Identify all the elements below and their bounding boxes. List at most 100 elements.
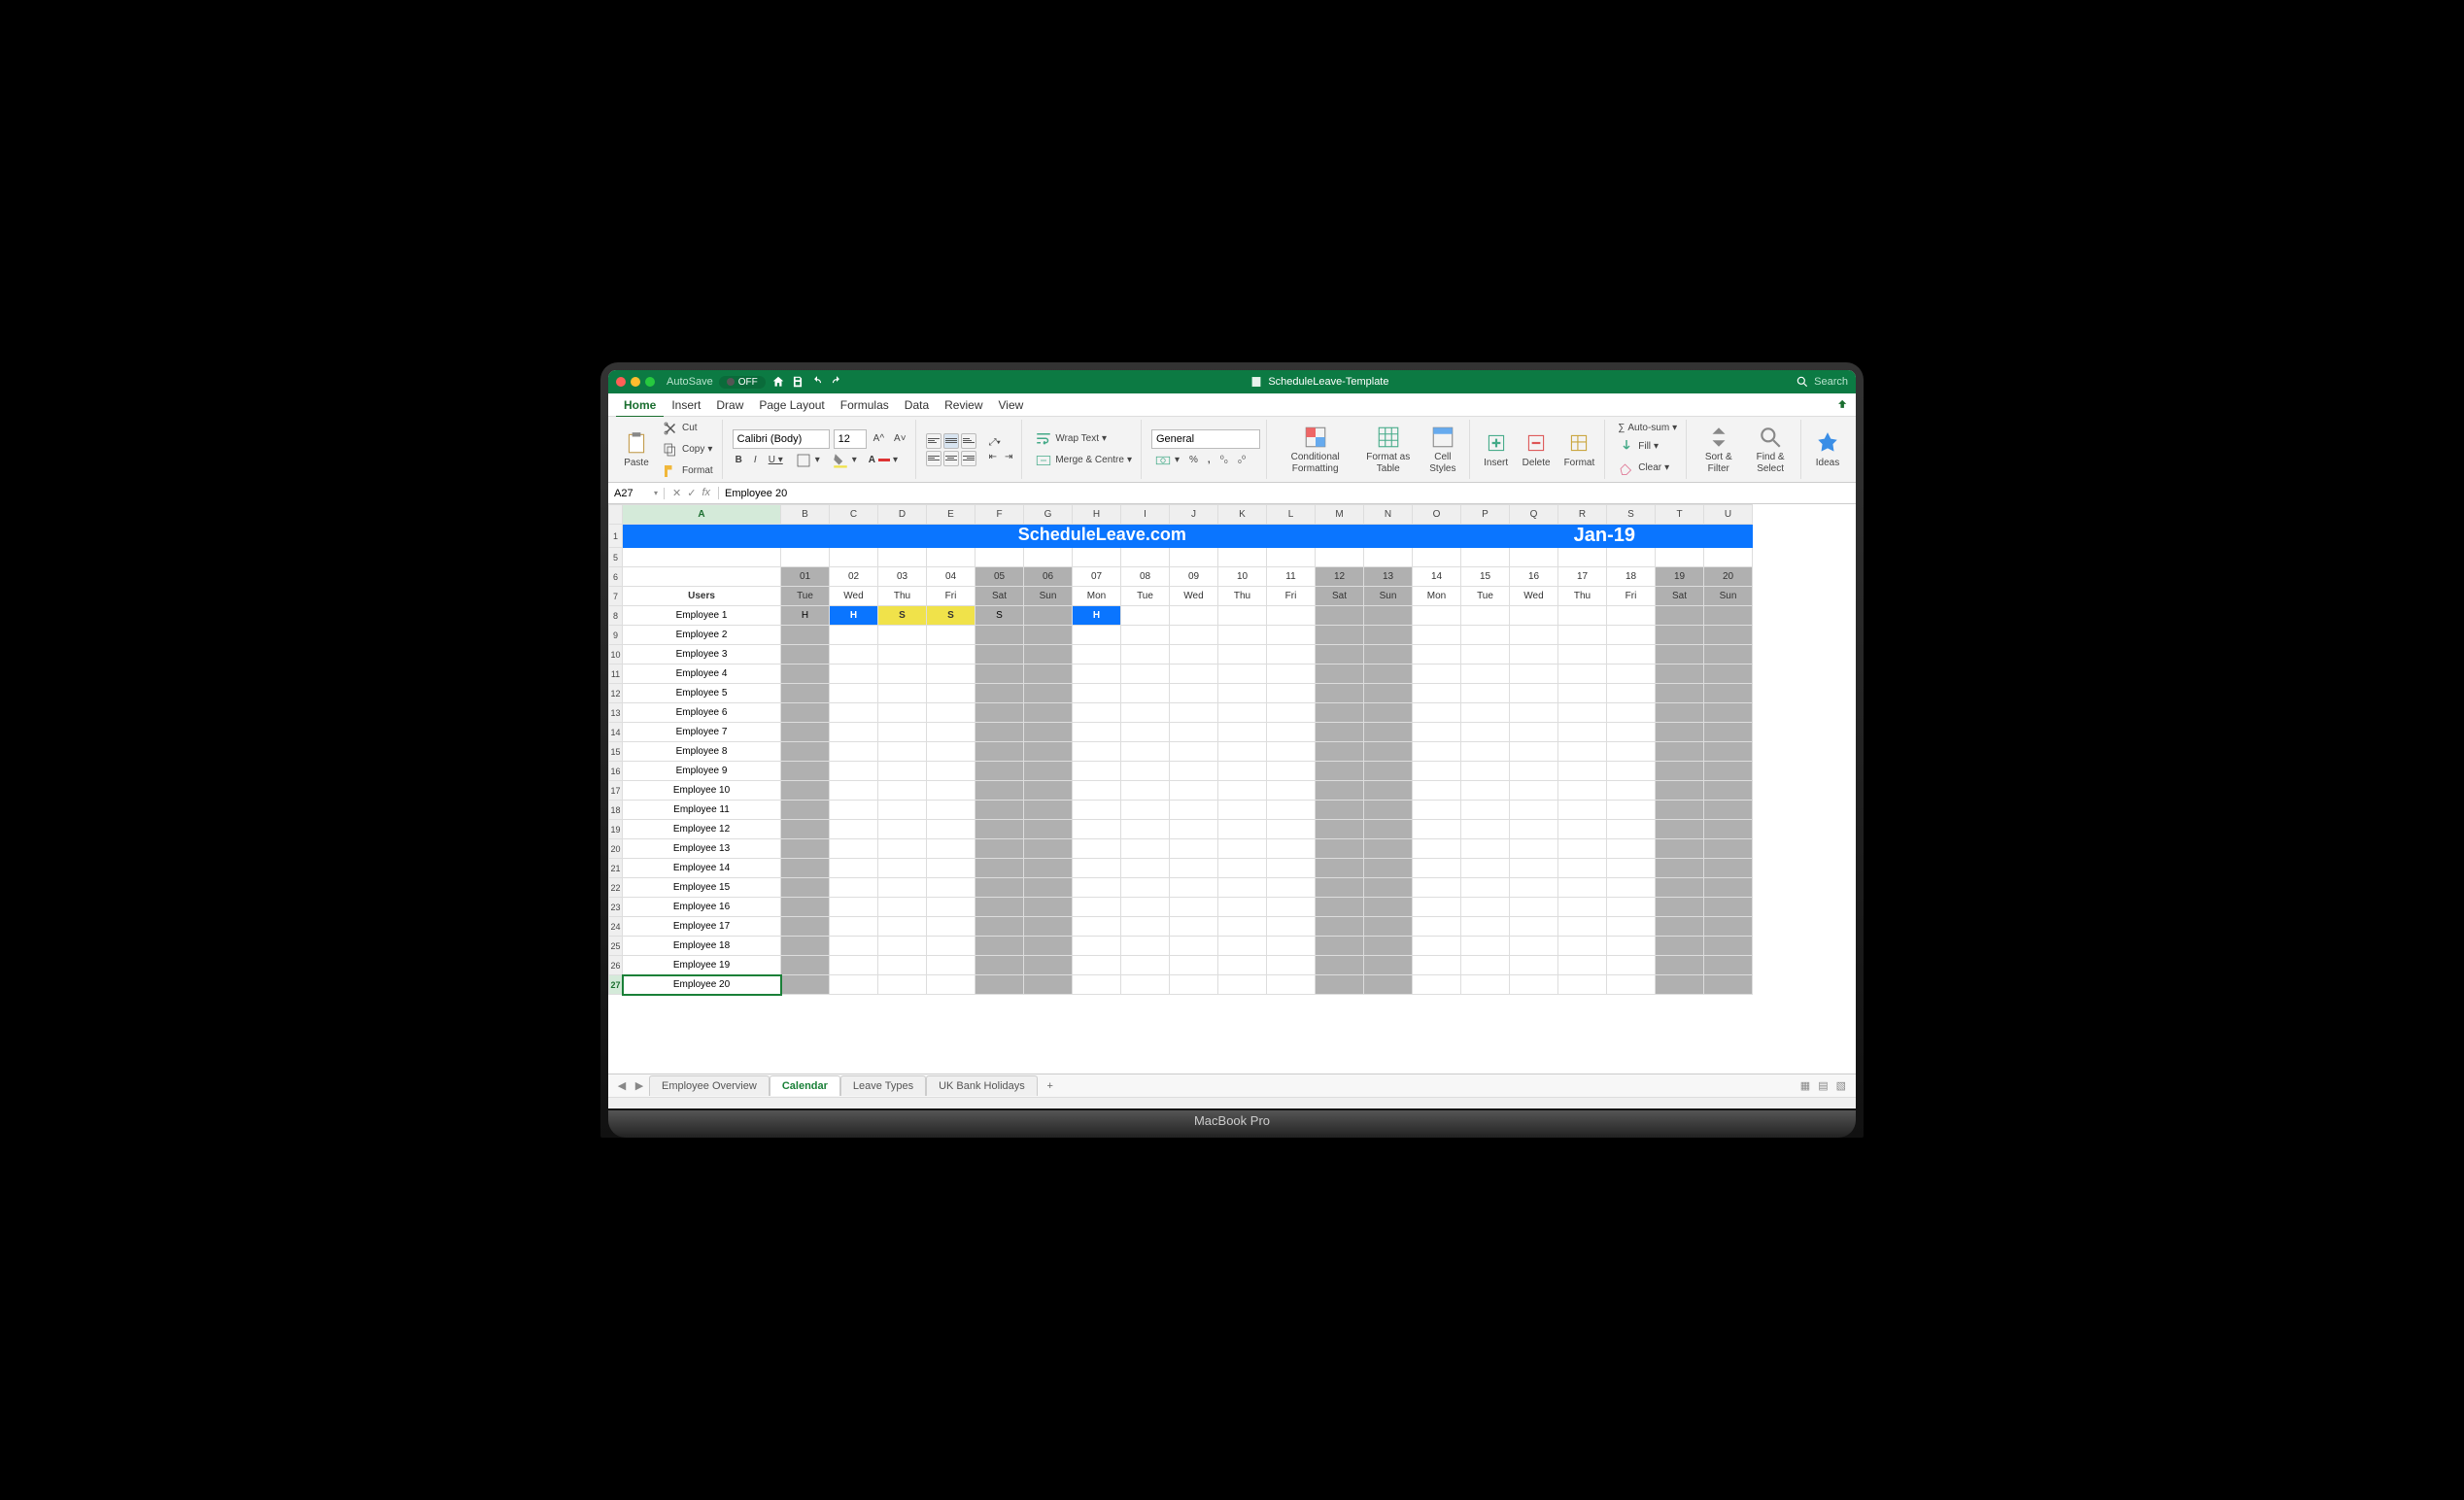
autosum-button[interactable]: ∑ Auto-sum ▾ (1615, 422, 1680, 434)
employee-name-cell[interactable]: Employee 18 (623, 937, 781, 956)
leave-cell[interactable] (1607, 975, 1656, 995)
underline-button[interactable]: U ▾ (766, 454, 786, 466)
date-cell[interactable]: 12 (1316, 567, 1364, 587)
align-bottom-icon[interactable] (961, 433, 976, 449)
day-cell[interactable]: Sat (1656, 587, 1704, 606)
leave-cell[interactable] (1218, 839, 1267, 859)
column-header[interactable]: B (781, 505, 830, 525)
row-header[interactable]: 23 (609, 898, 623, 917)
menu-tab-page-layout[interactable]: Page Layout (751, 394, 832, 416)
leave-cell[interactable] (1267, 975, 1316, 995)
leave-cell[interactable] (1364, 839, 1413, 859)
employee-name-cell[interactable]: Employee 3 (623, 645, 781, 665)
leave-cell[interactable] (1607, 645, 1656, 665)
column-header[interactable]: A (623, 505, 781, 525)
leave-cell[interactable] (1024, 801, 1073, 820)
leave-cell[interactable] (1364, 956, 1413, 975)
leave-cell[interactable]: S (927, 606, 975, 626)
leave-cell[interactable] (975, 781, 1024, 801)
leave-cell[interactable] (1121, 956, 1170, 975)
leave-cell[interactable] (781, 898, 830, 917)
leave-cell[interactable] (1510, 859, 1558, 878)
leave-cell[interactable] (878, 781, 927, 801)
leave-cell[interactable] (830, 937, 878, 956)
leave-cell[interactable] (1607, 626, 1656, 645)
leave-cell[interactable] (878, 645, 927, 665)
leave-cell[interactable] (1170, 975, 1218, 995)
row-header[interactable]: 17 (609, 781, 623, 801)
leave-cell[interactable] (1364, 606, 1413, 626)
leave-cell[interactable] (927, 801, 975, 820)
leave-cell[interactable] (1413, 820, 1461, 839)
menu-tab-review[interactable]: Review (937, 394, 990, 416)
align-center-icon[interactable] (943, 451, 959, 466)
leave-cell[interactable] (878, 665, 927, 684)
leave-cell[interactable] (975, 859, 1024, 878)
decrease-indent-icon[interactable]: ⇤ (986, 451, 1000, 463)
column-header[interactable]: I (1121, 505, 1170, 525)
leave-cell[interactable] (1704, 975, 1753, 995)
leave-cell[interactable] (878, 917, 927, 937)
percent-icon[interactable]: % (1186, 451, 1201, 470)
leave-cell[interactable] (878, 801, 927, 820)
leave-cell[interactable] (1413, 801, 1461, 820)
leave-cell[interactable] (1413, 839, 1461, 859)
leave-cell[interactable] (1364, 742, 1413, 762)
leave-cell[interactable] (1267, 917, 1316, 937)
day-cell[interactable]: Sun (1704, 587, 1753, 606)
date-cell[interactable]: 10 (1218, 567, 1267, 587)
row-header[interactable]: 15 (609, 742, 623, 762)
leave-cell[interactable] (1656, 956, 1704, 975)
leave-cell[interactable] (1121, 898, 1170, 917)
undo-icon[interactable] (810, 375, 824, 389)
menu-tab-data[interactable]: Data (897, 394, 937, 416)
leave-cell[interactable] (1121, 859, 1170, 878)
increase-indent-icon[interactable]: ⇥ (1002, 451, 1015, 463)
leave-cell[interactable] (1510, 626, 1558, 645)
comma-icon[interactable]: , (1205, 451, 1214, 470)
leave-cell[interactable] (1218, 859, 1267, 878)
leave-cell[interactable] (975, 878, 1024, 898)
leave-cell[interactable] (1461, 606, 1510, 626)
leave-cell[interactable] (1656, 723, 1704, 742)
leave-cell[interactable] (1607, 781, 1656, 801)
leave-cell[interactable] (1170, 878, 1218, 898)
leave-cell[interactable] (1121, 723, 1170, 742)
leave-cell[interactable] (1073, 801, 1121, 820)
leave-cell[interactable] (1218, 801, 1267, 820)
leave-cell[interactable] (927, 626, 975, 645)
leave-cell[interactable] (1073, 781, 1121, 801)
leave-cell[interactable] (1413, 781, 1461, 801)
leave-cell[interactable] (1413, 898, 1461, 917)
border-button[interactable]: ▾ (792, 451, 823, 470)
leave-cell[interactable] (1073, 665, 1121, 684)
sheet-tab-calendar[interactable]: Calendar (770, 1075, 840, 1096)
date-cell[interactable]: 03 (878, 567, 927, 587)
autosave-toggle[interactable]: OFF (719, 376, 766, 389)
date-cell[interactable]: 06 (1024, 567, 1073, 587)
leave-cell[interactable] (878, 742, 927, 762)
leave-cell[interactable] (1073, 878, 1121, 898)
employee-name-cell[interactable]: Employee 9 (623, 762, 781, 781)
leave-cell[interactable] (781, 937, 830, 956)
find-select-button[interactable]: Find & Select (1746, 423, 1795, 477)
leave-cell[interactable] (1656, 781, 1704, 801)
leave-cell[interactable] (1656, 703, 1704, 723)
leave-cell[interactable] (1364, 878, 1413, 898)
next-sheet-icon[interactable]: ▶ (632, 1079, 647, 1092)
leave-cell[interactable] (1024, 723, 1073, 742)
leave-cell[interactable] (1316, 820, 1364, 839)
select-all-corner[interactable] (609, 505, 623, 525)
leave-cell[interactable] (878, 684, 927, 703)
row-header[interactable]: 6 (609, 567, 623, 587)
leave-cell[interactable] (927, 937, 975, 956)
leave-cell[interactable] (1607, 703, 1656, 723)
leave-cell[interactable] (1558, 762, 1607, 781)
day-cell[interactable]: Fri (927, 587, 975, 606)
leave-cell[interactable] (830, 898, 878, 917)
leave-cell[interactable] (830, 917, 878, 937)
leave-cell[interactable] (927, 742, 975, 762)
leave-cell[interactable] (1121, 878, 1170, 898)
leave-cell[interactable] (1073, 684, 1121, 703)
leave-cell[interactable] (1413, 723, 1461, 742)
